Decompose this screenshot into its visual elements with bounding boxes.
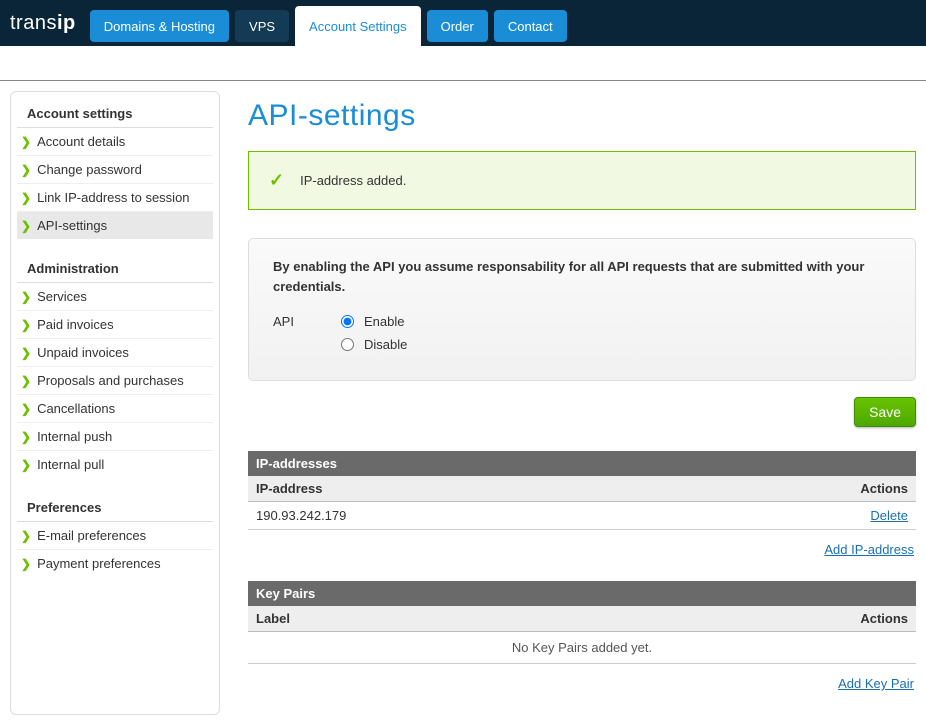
container: Account settings ❯Account details ❯Chang…: [0, 81, 926, 725]
sidebar-item-services[interactable]: ❯Services: [17, 283, 213, 311]
chevron-right-icon: ❯: [21, 430, 31, 444]
radio-disable-input[interactable]: [341, 338, 354, 351]
save-button[interactable]: Save: [854, 397, 916, 427]
sidebar-item-paid-invoices[interactable]: ❯Paid invoices: [17, 311, 213, 339]
key-table-title: Key Pairs: [248, 581, 916, 606]
chevron-right-icon: ❯: [21, 135, 31, 149]
sidebar-heading-account: Account settings: [17, 98, 213, 128]
sidebar-item-account-details[interactable]: ❯Account details: [17, 128, 213, 156]
chevron-right-icon: ❯: [21, 374, 31, 388]
sidebar-item-internal-pull[interactable]: ❯Internal pull: [17, 451, 213, 478]
brand-part1: trans: [10, 12, 57, 34]
brand-part2: ip: [57, 12, 76, 34]
nav-domains[interactable]: Domains & Hosting: [90, 10, 229, 42]
sidebar-item-proposals[interactable]: ❯Proposals and purchases: [17, 367, 213, 395]
check-icon: ✓: [269, 170, 284, 191]
chevron-right-icon: ❯: [21, 163, 31, 177]
nav-vps[interactable]: VPS: [235, 10, 289, 42]
radio-enable-input[interactable]: [341, 315, 354, 328]
table-row: 190.93.242.179 Delete: [248, 502, 916, 530]
page-title: API-settings: [248, 99, 916, 133]
sidebar-item-internal-push[interactable]: ❯Internal push: [17, 423, 213, 451]
main-content: API-settings ✓ IP-address added. By enab…: [248, 91, 916, 715]
ip-cell: 190.93.242.179: [248, 502, 666, 530]
sidebar-list-account: ❯Account details ❯Change password ❯Link …: [17, 128, 213, 239]
chevron-right-icon: ❯: [21, 290, 31, 304]
sidebar-item-api-settings[interactable]: ❯API-settings: [17, 212, 213, 239]
ip-col-ip: IP-address: [248, 476, 666, 502]
sidebar: Account settings ❯Account details ❯Chang…: [10, 91, 220, 715]
success-alert: ✓ IP-address added.: [248, 151, 916, 210]
sidebar-heading-admin: Administration: [17, 253, 213, 283]
sidebar-list-pref: ❯E-mail preferences ❯Payment preferences: [17, 522, 213, 577]
key-empty: No Key Pairs added yet.: [248, 632, 916, 664]
sidebar-item-payment-pref[interactable]: ❯Payment preferences: [17, 550, 213, 577]
keypair-table: Key Pairs Label Actions No Key Pairs add…: [248, 581, 916, 664]
nav-order[interactable]: Order: [427, 10, 488, 42]
key-col-actions: Actions: [542, 606, 916, 632]
radio-disable[interactable]: Disable: [341, 337, 407, 352]
chevron-right-icon: ❯: [21, 219, 31, 233]
chevron-right-icon: ❯: [21, 529, 31, 543]
sidebar-item-change-password[interactable]: ❯Change password: [17, 156, 213, 184]
chevron-right-icon: ❯: [21, 557, 31, 571]
radio-enable[interactable]: Enable: [341, 314, 404, 329]
ip-table: IP-addresses IP-address Actions 190.93.2…: [248, 451, 916, 530]
brand-logo[interactable]: transip: [10, 12, 76, 35]
sidebar-item-cancellations[interactable]: ❯Cancellations: [17, 395, 213, 423]
sidebar-item-unpaid-invoices[interactable]: ❯Unpaid invoices: [17, 339, 213, 367]
sidebar-heading-pref: Preferences: [17, 492, 213, 522]
alert-text: IP-address added.: [300, 173, 406, 188]
ip-table-title: IP-addresses: [248, 451, 916, 476]
add-keypair-link[interactable]: Add Key Pair: [838, 676, 914, 691]
ip-col-actions: Actions: [666, 476, 916, 502]
chevron-right-icon: ❯: [21, 402, 31, 416]
sidebar-item-link-ip[interactable]: ❯Link IP-address to session: [17, 184, 213, 212]
sidebar-item-email-pref[interactable]: ❯E-mail preferences: [17, 522, 213, 550]
add-ip-link[interactable]: Add IP-address: [824, 542, 914, 557]
main-nav: Domains & Hosting VPS Account Settings O…: [90, 0, 567, 46]
chevron-right-icon: ❯: [21, 191, 31, 205]
api-panel: By enabling the API you assume responsab…: [248, 238, 916, 381]
chevron-right-icon: ❯: [21, 346, 31, 360]
topbar: transip Domains & Hosting VPS Account Se…: [0, 0, 926, 46]
nav-account-settings[interactable]: Account Settings: [295, 6, 421, 46]
panel-description: By enabling the API you assume responsab…: [273, 257, 891, 296]
delete-link[interactable]: Delete: [870, 508, 908, 523]
api-label: API: [273, 314, 297, 329]
sidebar-list-admin: ❯Services ❯Paid invoices ❯Unpaid invoice…: [17, 283, 213, 478]
nav-contact[interactable]: Contact: [494, 10, 567, 42]
chevron-right-icon: ❯: [21, 318, 31, 332]
chevron-right-icon: ❯: [21, 458, 31, 472]
key-col-label: Label: [248, 606, 542, 632]
